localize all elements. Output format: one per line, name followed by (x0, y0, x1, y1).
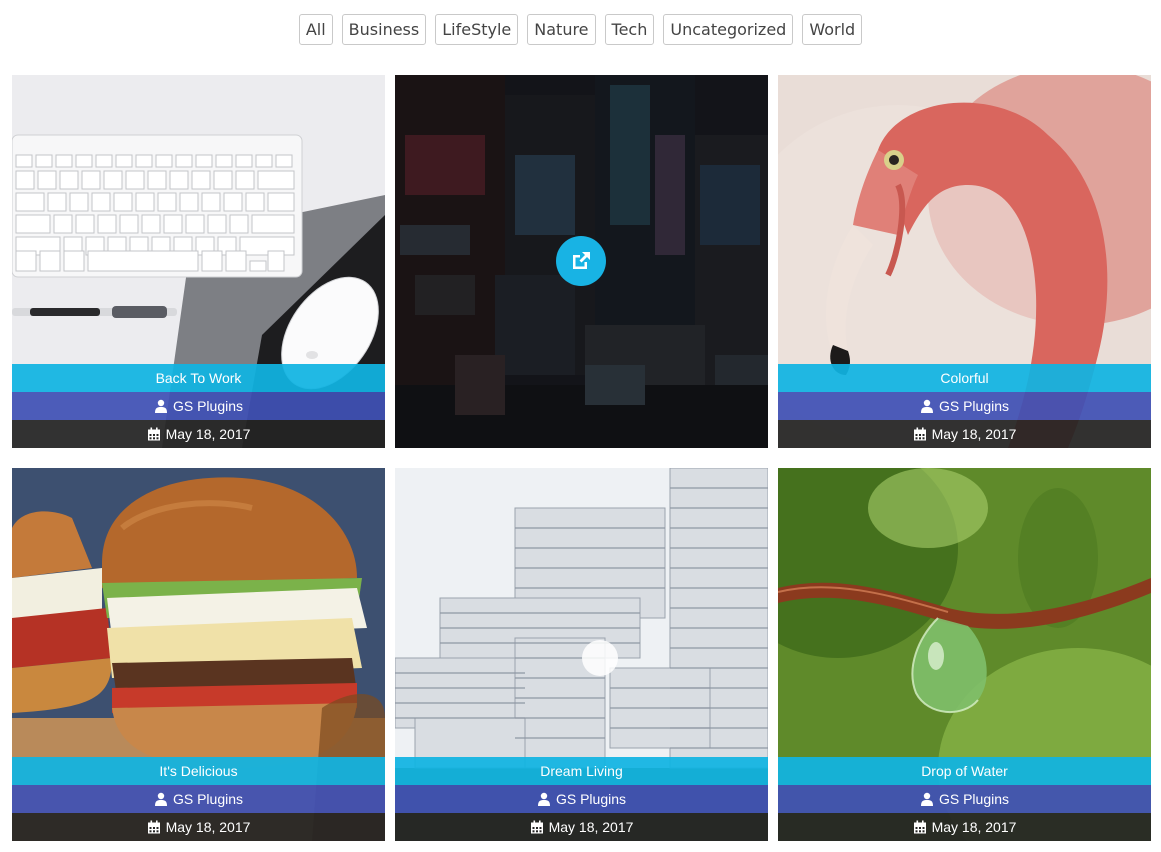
post-author-text: GS Plugins (938, 398, 1010, 414)
user-icon (920, 792, 934, 806)
post-card[interactable]: Dream Living GS Plugins May 18, 2017 (395, 468, 768, 841)
post-date: May 18, 2017 (778, 420, 1151, 448)
post-author-text: GS Plugins (938, 791, 1010, 807)
post-title-text[interactable]: Colorful (940, 370, 988, 386)
post-date-text: May 18, 2017 (165, 426, 251, 442)
post-card[interactable]: Back To Work GS Plugins May 18, 2017 (12, 75, 385, 448)
post-author: GS Plugins (395, 785, 768, 813)
calendar-icon (913, 820, 927, 834)
post-author-text: GS Plugins (172, 791, 244, 807)
calendar-icon (913, 427, 927, 441)
post-title[interactable]: Back To Work (12, 364, 385, 392)
post-card[interactable]: It's Delicious GS Plugins May 18, 2017 (12, 468, 385, 841)
post-title-text[interactable]: Back To Work (156, 370, 242, 386)
calendar-icon (147, 820, 161, 834)
post-author: GS Plugins (778, 785, 1151, 813)
post-author-text: GS Plugins (555, 791, 627, 807)
post-title-text[interactable]: Drop of Water (921, 763, 1008, 779)
post-card-hovered[interactable] (395, 75, 768, 448)
post-meta: Drop of Water GS Plugins May 18, 2017 (778, 757, 1151, 841)
post-title[interactable]: Colorful (778, 364, 1151, 392)
user-icon (154, 792, 168, 806)
post-title[interactable]: Dream Living (395, 757, 768, 785)
external-link-icon[interactable] (556, 236, 606, 286)
post-title[interactable]: Drop of Water (778, 757, 1151, 785)
filter-nature-button[interactable]: Nature (527, 14, 596, 45)
post-author-text: GS Plugins (172, 398, 244, 414)
post-title[interactable]: It's Delicious (12, 757, 385, 785)
filter-world-button[interactable]: World (802, 14, 863, 45)
post-author: GS Plugins (778, 392, 1151, 420)
filter-all-button[interactable]: All (298, 14, 333, 45)
post-date-text: May 18, 2017 (931, 426, 1017, 442)
filter-business-button[interactable]: Business (341, 14, 427, 45)
post-meta: It's Delicious GS Plugins May 18, 2017 (12, 757, 385, 841)
post-date-text: May 18, 2017 (931, 819, 1017, 835)
user-icon (920, 399, 934, 413)
filter-uncategorized-button[interactable]: Uncategorized (663, 14, 794, 45)
filter-lifestyle-button[interactable]: LifeStyle (435, 14, 519, 45)
post-meta: Back To Work GS Plugins May 18, 2017 (12, 364, 385, 448)
post-title-text[interactable]: Dream Living (540, 763, 622, 779)
post-date: May 18, 2017 (395, 813, 768, 841)
user-icon (154, 399, 168, 413)
post-title-text[interactable]: It's Delicious (159, 763, 237, 779)
post-card[interactable]: Drop of Water GS Plugins May 18, 2017 (778, 468, 1151, 841)
calendar-icon (147, 427, 161, 441)
post-author: GS Plugins (12, 392, 385, 420)
post-card[interactable]: Colorful GS Plugins May 18, 2017 (778, 75, 1151, 448)
post-date: May 18, 2017 (778, 813, 1151, 841)
post-author: GS Plugins (12, 785, 385, 813)
post-meta: Dream Living GS Plugins May 18, 2017 (395, 757, 768, 841)
post-date: May 18, 2017 (12, 420, 385, 448)
filter-tech-button[interactable]: Tech (604, 14, 655, 45)
post-date-text: May 18, 2017 (548, 819, 634, 835)
post-meta: Colorful GS Plugins May 18, 2017 (778, 364, 1151, 448)
user-icon (537, 792, 551, 806)
post-date: May 18, 2017 (12, 813, 385, 841)
calendar-icon (530, 820, 544, 834)
post-date-text: May 18, 2017 (165, 819, 251, 835)
category-filter-bar: All Business LifeStyle Nature Tech Uncat… (0, 14, 1161, 45)
